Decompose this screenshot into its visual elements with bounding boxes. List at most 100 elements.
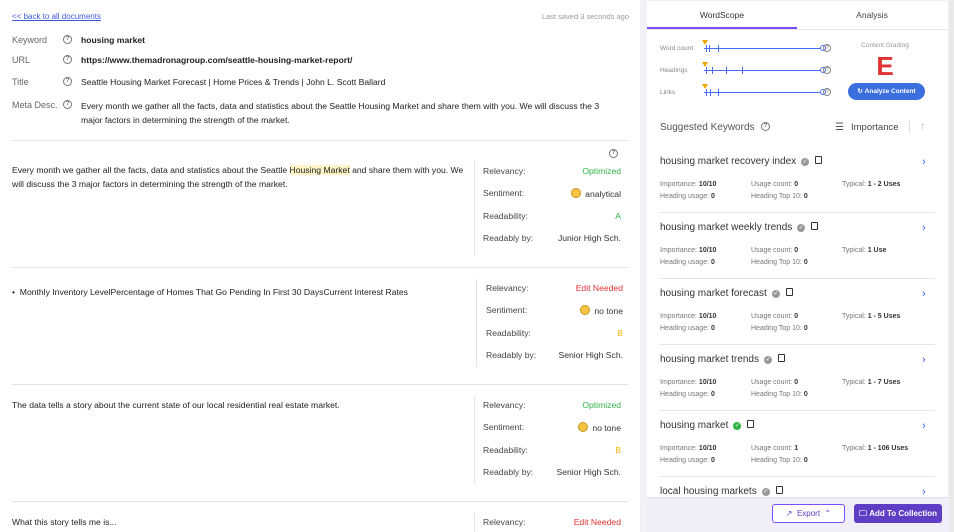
heading-top-stat: Heading Top 10: 0 <box>751 193 808 200</box>
title-value[interactable]: Seattle Housing Market Forecast | Home P… <box>81 77 385 87</box>
heading-usage-stat: Heading usage: 0 <box>660 193 715 200</box>
paragraph-text[interactable]: What this story tells me is... <box>12 516 468 530</box>
scrollbar[interactable] <box>949 0 954 532</box>
chevron-right-icon[interactable]: › <box>922 222 926 234</box>
help-icon[interactable]: ? <box>823 44 831 52</box>
divider <box>660 212 935 213</box>
copy-icon[interactable] <box>815 156 823 164</box>
heading-usage-stat: Heading usage: 0 <box>660 325 715 332</box>
divider <box>474 160 475 256</box>
url-label: URL <box>12 55 31 65</box>
usage-count-stat: Usage count: 0 <box>751 181 799 188</box>
typical-stat: Typical: 1 - 106 Uses <box>842 445 909 452</box>
chevron-up-icon: ⌃ <box>820 509 832 518</box>
bullet-list-item[interactable]: • Monthly Inventory LevelPercentage of H… <box>12 287 408 297</box>
divider <box>474 513 475 532</box>
copy-icon[interactable] <box>785 288 793 296</box>
content-grade: E <box>876 51 894 81</box>
target-marker <box>702 62 708 67</box>
sort-direction-icon[interactable]: ↑ <box>920 121 925 132</box>
chevron-right-icon[interactable]: › <box>922 354 926 366</box>
back-to-documents-link[interactable]: << back to all documents <box>12 12 101 21</box>
editor-pane: << back to all documents Last saved 3 se… <box>0 0 640 532</box>
check-icon: ✓ <box>763 356 772 364</box>
paragraph-text[interactable]: Every month we gather all the facts, dat… <box>12 164 468 191</box>
slider-tick <box>726 67 727 74</box>
keyword-card[interactable]: housing market weekly trends ✓ › Importance… <box>647 222 948 288</box>
keyword-label: Keyword <box>12 35 48 45</box>
importance-stat: Importance: 10/10 <box>660 379 717 386</box>
url-value[interactable]: https://www.themadronagroup.com/seattle-… <box>81 55 352 65</box>
importance-stat: Importance: 10/10 <box>660 445 717 452</box>
check-icon: ✓ <box>733 422 742 430</box>
headings-slider[interactable] <box>702 62 820 74</box>
sentiment-label: Sentiment: <box>483 188 525 198</box>
links-slider[interactable] <box>702 84 820 96</box>
help-icon[interactable]: ? <box>609 149 618 158</box>
heading-usage-stat: Heading usage: 0 <box>660 259 715 266</box>
help-icon[interactable]: ? <box>63 55 72 64</box>
analyze-content-button[interactable]: ↻ Analyze Content <box>848 83 925 100</box>
tab-analysis[interactable]: Analysis <box>797 1 947 29</box>
keyword-name[interactable]: housing market recovery index ✓ <box>660 156 823 167</box>
keyword-card[interactable]: housing market trends ✓ › Importance: 10/10… <box>647 354 948 420</box>
keyword-card[interactable]: housing market recovery index ✓ › Importanc… <box>647 156 948 222</box>
wordscope-panel: WordScope Analysis Word count ? Headings… <box>647 1 948 532</box>
help-icon[interactable]: ? <box>823 88 831 96</box>
typical-stat: Typical: 1 - 7 Uses <box>842 379 901 386</box>
help-icon[interactable]: ? <box>823 66 831 74</box>
help-icon[interactable]: ? <box>761 122 770 131</box>
keyword-value[interactable]: housing market <box>81 35 145 45</box>
slider-tick <box>718 89 719 96</box>
copy-icon[interactable] <box>777 354 785 362</box>
slider-tick <box>706 45 707 52</box>
keyword-name[interactable]: housing market trends ✓ <box>660 354 785 365</box>
keyword-name[interactable]: housing market weekly trends ✓ <box>660 222 819 233</box>
divider <box>660 344 935 345</box>
slider-tick <box>742 67 743 74</box>
slider-label: Headings <box>660 67 688 74</box>
help-icon[interactable]: ? <box>63 35 72 44</box>
slider-label: Word count <box>660 45 694 52</box>
slider-label: Links <box>660 89 676 96</box>
keyword-card[interactable]: housing market forecast ✓ › Importance: 10/… <box>647 288 948 354</box>
divider <box>12 140 628 141</box>
sort-importance-button[interactable]: Importance <box>851 122 899 133</box>
neutral-face-icon <box>578 422 589 432</box>
slider-tick <box>718 45 719 52</box>
chevron-right-icon[interactable]: › <box>922 288 926 300</box>
keyword-name[interactable]: housing market ✓ <box>660 420 755 431</box>
tab-wordscope[interactable]: WordScope <box>647 1 797 29</box>
export-icon: ↗ <box>785 509 797 518</box>
keyword-name[interactable]: housing market forecast ✓ <box>660 288 793 299</box>
add-to-collection-button[interactable]: 🗀 Add To Collection <box>854 504 942 523</box>
word-count-slider[interactable] <box>702 40 820 52</box>
chevron-right-icon[interactable]: › <box>922 420 926 432</box>
help-icon[interactable]: ? <box>63 100 72 109</box>
sort-icon[interactable]: ☰ <box>835 122 844 133</box>
meta-desc-value[interactable]: Every month we gather all the facts, dat… <box>81 100 616 127</box>
copy-icon[interactable] <box>775 486 783 494</box>
divider <box>474 396 475 484</box>
divider <box>12 501 628 502</box>
help-icon[interactable]: ? <box>63 77 72 86</box>
relevancy-label: Relevancy: <box>486 283 529 293</box>
keyword-card[interactable]: housing market ✓ › Importance: 10/10 Usage c… <box>647 420 948 486</box>
copy-icon[interactable] <box>811 222 819 230</box>
last-saved-status: Last saved 3 seconds ago <box>541 12 629 21</box>
export-button[interactable]: ↗ Export ⌃ <box>772 504 845 523</box>
usage-count-stat: Usage count: 0 <box>751 313 799 320</box>
readable-by-value: Junior High Sch. <box>557 233 621 243</box>
check-icon: ✓ <box>801 158 810 166</box>
relevancy-label: Relevancy: <box>483 517 526 527</box>
copy-icon[interactable] <box>747 420 755 428</box>
keyword-name[interactable]: local housing markets ✓ <box>660 486 783 497</box>
target-marker <box>702 84 708 89</box>
readability-label: Readability: <box>483 211 528 221</box>
panel-footer: ↗ Export ⌃ 🗀 Add To Collection <box>647 497 948 532</box>
paragraph-text[interactable]: The data tells a story about the current… <box>12 399 468 413</box>
chevron-right-icon[interactable]: › <box>922 156 926 168</box>
readable-by-label: Readably by: <box>483 467 534 477</box>
suggested-keywords-heading: Suggested Keywords <box>660 122 755 133</box>
sentiment-value: no tone <box>580 305 623 316</box>
